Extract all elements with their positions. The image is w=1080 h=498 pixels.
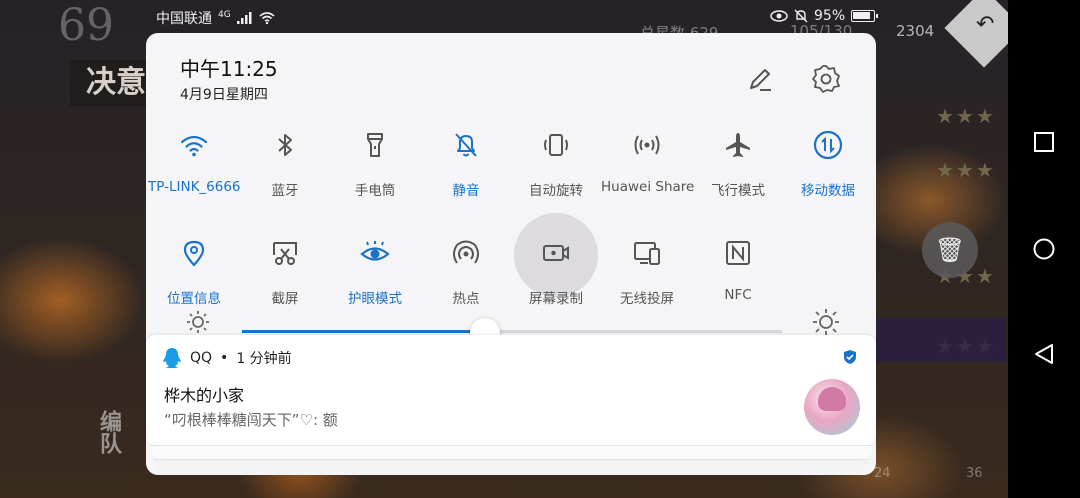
tile-label: NFC bbox=[724, 287, 752, 303]
panel-date: 4月9日星期四 bbox=[180, 87, 268, 103]
bell-off-icon bbox=[450, 129, 482, 161]
battery-percent: 95% bbox=[814, 8, 846, 24]
trash-icon[interactable]: 🗑 bbox=[922, 222, 978, 278]
flashlight-icon bbox=[359, 129, 391, 161]
sun-low-icon bbox=[184, 308, 212, 336]
share-wave-icon bbox=[631, 129, 663, 161]
brightness-fill bbox=[242, 330, 485, 333]
status-bar: 中国联通 4G 95% bbox=[0, 0, 1008, 32]
tile-screenshot[interactable]: 截屏 bbox=[239, 231, 331, 331]
game-bottom-left-num: 24 bbox=[874, 466, 891, 481]
battery-icon bbox=[851, 10, 879, 22]
tile-bluetooth[interactable]: 蓝牙 bbox=[239, 123, 331, 223]
notification-app-name: QQ bbox=[190, 350, 213, 366]
tile-label: TP-LINK_6666 bbox=[148, 179, 241, 195]
tile-label: 位置信息 bbox=[167, 291, 221, 307]
tile-label: 自动旋转 bbox=[529, 183, 583, 199]
eye-comfort-status-icon bbox=[770, 10, 788, 22]
rotate-icon bbox=[540, 129, 572, 161]
tile-label: 手电筒 bbox=[354, 183, 396, 199]
tile-nfc[interactable]: NFC bbox=[692, 231, 784, 331]
screenshot-icon bbox=[269, 237, 301, 269]
tile-mobile-data[interactable]: 移动数据 bbox=[782, 123, 874, 223]
avatar bbox=[804, 379, 860, 435]
notification-title: 桦木的小家 bbox=[164, 386, 245, 405]
qq-penguin-icon bbox=[163, 348, 181, 368]
airplane-icon bbox=[722, 129, 754, 161]
tile-screen-record[interactable]: 屏幕录制 bbox=[510, 213, 602, 331]
mute-status-icon bbox=[794, 9, 808, 23]
tile-huawei-share[interactable]: Huawei Share bbox=[601, 123, 695, 223]
gear-icon[interactable] bbox=[810, 63, 842, 95]
square-icon bbox=[1034, 132, 1054, 152]
notification-stack-edge bbox=[150, 445, 872, 459]
notification-time: 1 分钟前 bbox=[236, 351, 292, 367]
sun-high-icon bbox=[812, 308, 840, 336]
tile-eye-comfort[interactable]: 护眼模式 bbox=[329, 231, 421, 331]
mobile-data-icon bbox=[812, 129, 844, 161]
tile-label: 屏幕录制 bbox=[529, 291, 583, 307]
star-row-icon: ★★★ bbox=[936, 104, 996, 128]
tile-airplane-mode[interactable]: 飞行模式 bbox=[692, 123, 784, 223]
tile-row-1: TP-LINK_6666 蓝牙 手电筒 静音 自动旋转 Huawei Share… bbox=[146, 123, 876, 223]
recents-button[interactable] bbox=[1030, 128, 1058, 156]
tile-wifi[interactable]: TP-LINK_6666 bbox=[148, 123, 241, 223]
notification-dot: • bbox=[220, 350, 229, 366]
pencil-icon[interactable] bbox=[744, 63, 776, 95]
tile-auto-rotate[interactable]: 自动旋转 bbox=[510, 123, 602, 223]
tile-label: 移动数据 bbox=[801, 183, 855, 199]
panel-time: 中午11:25 bbox=[180, 57, 278, 81]
hotspot-icon bbox=[450, 237, 482, 269]
tile-label: 热点 bbox=[452, 291, 480, 307]
verified-shield-icon bbox=[844, 350, 856, 364]
home-button[interactable] bbox=[1030, 235, 1058, 263]
notification-header: QQ • 1 分钟前 bbox=[162, 347, 292, 369]
tile-label: Huawei Share bbox=[601, 179, 695, 195]
game-squad-label[interactable]: 编队 bbox=[92, 410, 124, 454]
tile-label: 静音 bbox=[452, 183, 480, 199]
tile-flashlight[interactable]: 手电筒 bbox=[329, 123, 421, 223]
notification-body: “叼根棒棒糖闯天下”♡: 额 bbox=[164, 411, 338, 429]
tile-mute[interactable]: 静音 bbox=[420, 123, 512, 223]
tile-label: 蓝牙 bbox=[271, 183, 299, 199]
wifi-icon bbox=[178, 129, 210, 161]
tile-wireless-cast[interactable]: 无线投屏 bbox=[601, 231, 693, 331]
wifi-status-icon bbox=[259, 12, 275, 24]
location-icon bbox=[178, 237, 210, 269]
nfc-icon bbox=[722, 237, 754, 269]
cast-icon bbox=[631, 237, 663, 269]
carrier-name: 中国联通 bbox=[156, 11, 212, 27]
game-bottom-right-num: 36 bbox=[966, 466, 983, 481]
back-button[interactable] bbox=[1030, 340, 1058, 368]
eye-icon bbox=[359, 237, 391, 269]
network-type: 4G bbox=[218, 10, 231, 20]
navigation-bar bbox=[1008, 0, 1080, 498]
qq-notification[interactable]: QQ • 1 分钟前 桦木的小家 “叼根棒棒糖闯天下”♡: 额 bbox=[146, 335, 876, 445]
tile-row-2: 位置信息 截屏 护眼模式 热点 屏幕录制 无线投屏 NFC bbox=[146, 213, 876, 331]
triangle-back-icon bbox=[1035, 344, 1053, 364]
tile-label: 护眼模式 bbox=[348, 291, 402, 307]
game-side-panel bbox=[876, 318, 1006, 362]
notification-stack-edge bbox=[154, 459, 868, 471]
tile-label: 飞行模式 bbox=[711, 183, 765, 199]
bluetooth-icon bbox=[269, 129, 301, 161]
star-row-icon: ★★★ bbox=[936, 158, 996, 182]
tile-label: 无线投屏 bbox=[620, 291, 674, 307]
tile-label: 截屏 bbox=[271, 291, 299, 307]
signal-icon bbox=[236, 12, 252, 24]
tile-hotspot[interactable]: 热点 bbox=[420, 231, 512, 331]
circle-icon bbox=[1033, 238, 1055, 260]
screen-record-icon bbox=[540, 237, 572, 269]
